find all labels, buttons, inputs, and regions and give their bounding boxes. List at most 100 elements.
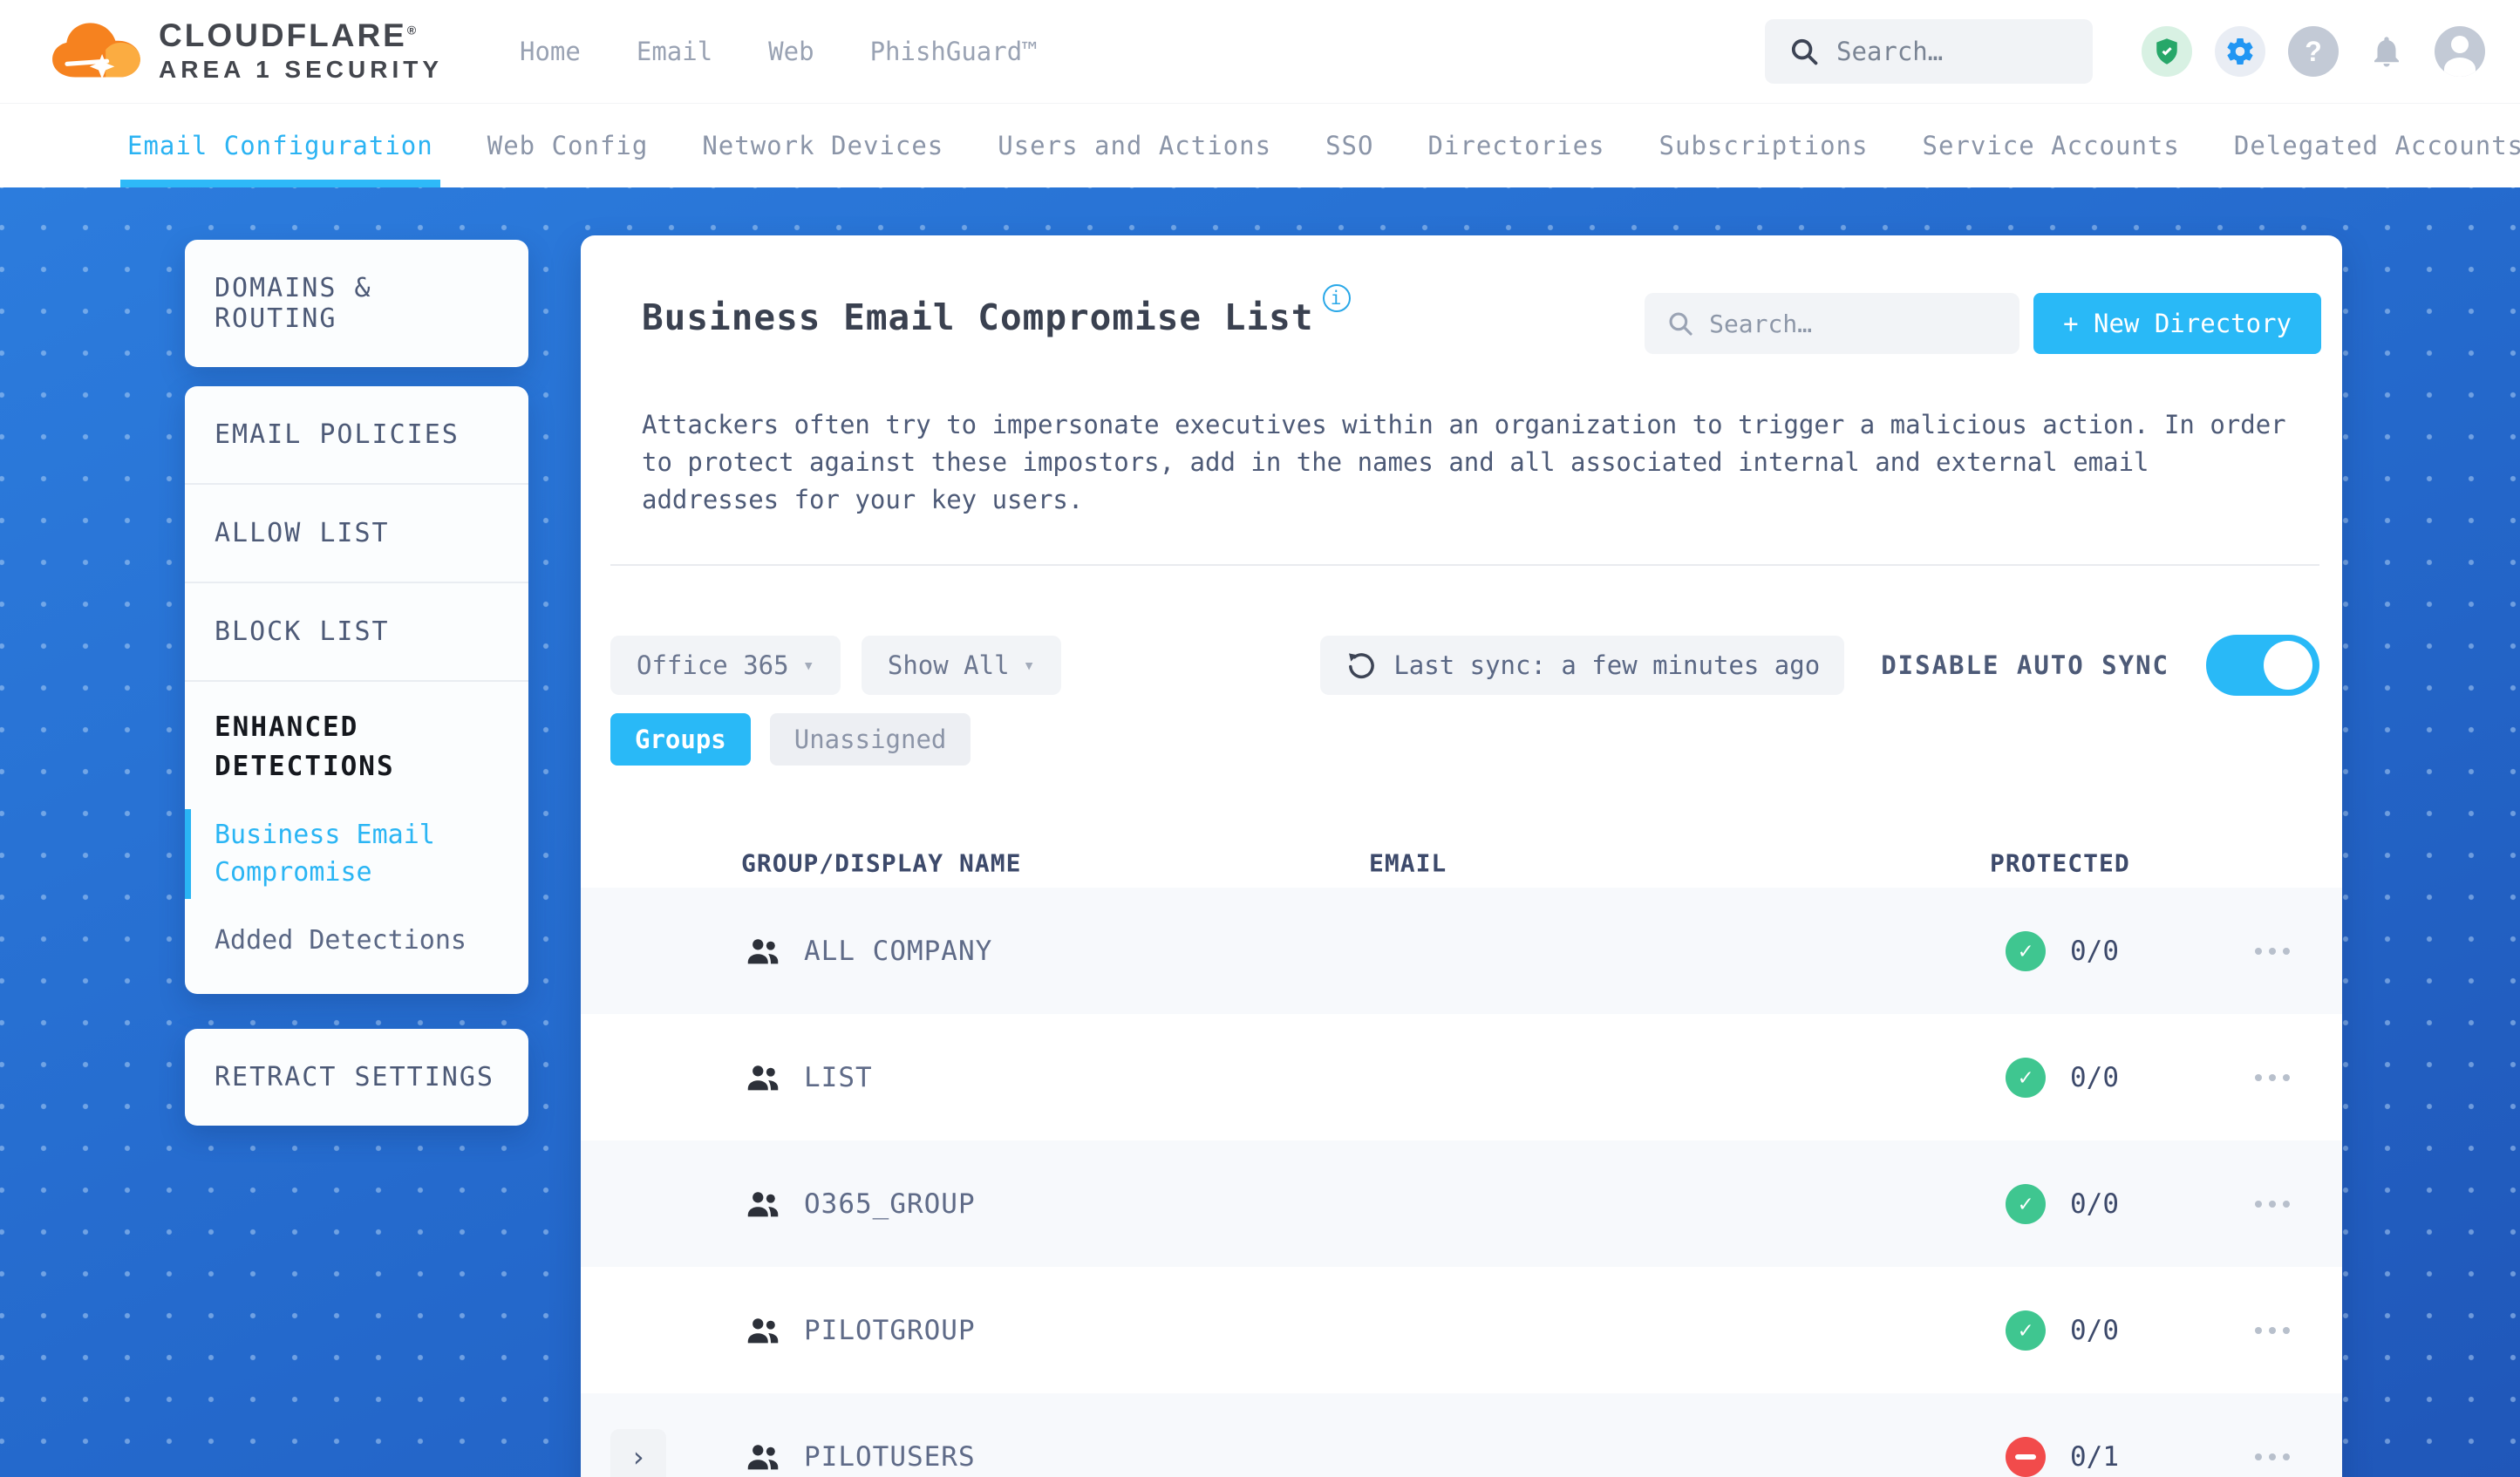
help-button[interactable]: ? [2288,26,2339,77]
sidebar-card-policies: EMAIL POLICIES ALLOW LIST BLOCK LIST ENH… [185,386,528,995]
protected-count: 0/0 [2070,1061,2119,1093]
table-row[interactable]: LIST ✓ 0/0 [581,1014,2342,1140]
settings-button[interactable] [2215,26,2265,77]
new-directory-button[interactable]: + New Directory [2033,293,2321,354]
column-group-display-name: GROUP/DISPLAY NAME [741,848,1022,878]
chevron-down-icon: ▾ [1023,654,1035,677]
tab-directories[interactable]: Directories [1427,104,1604,187]
nav-web[interactable]: Web [768,37,814,66]
sidebar-item-block-list[interactable]: BLOCK LIST [185,583,528,682]
group-icon [743,1184,783,1224]
sidebar-item-domains-routing[interactable]: DOMAINS & ROUTING [185,240,528,367]
primary-nav: Home Email Web PhishGuard™ [520,37,1038,66]
content-area: DOMAINS & ROUTING EMAIL POLICIES ALLOW L… [0,187,2520,1477]
logo-text: CLOUDFLARE® AREA 1 SECURITY [159,17,444,84]
table-row[interactable]: PILOTGROUP ✓ 0/0 [581,1267,2342,1393]
row-actions-menu[interactable] [2255,1453,2290,1460]
directory-select-dropdown[interactable]: Office 365 ▾ [610,636,841,695]
column-email: EMAIL [1369,848,1447,878]
question-mark-icon: ? [2305,35,2322,67]
sidebar-card-retract: RETRACT SETTINGS [185,1029,528,1126]
tab-service-accounts[interactable]: Service Accounts [1923,104,2180,187]
global-search-input[interactable] [1836,37,2070,66]
row-actions-menu[interactable] [2255,947,2290,955]
tab-subscriptions[interactable]: Subscriptions [1659,104,1869,187]
directory-search-input[interactable] [1709,309,1999,338]
last-sync-button[interactable]: Last sync: a few minutes ago [1320,636,1845,695]
page-title: Business Email Compromise List i [642,284,1351,338]
table-row[interactable]: ALL COMPANY ✓ 0/0 [581,888,2342,1014]
account-button[interactable] [2435,26,2485,77]
table-body: ALL COMPANY ✓ 0/0 LIST ✓ 0/0 O365_GROUP … [581,888,2342,1477]
group-icon [743,1310,783,1351]
info-icon[interactable]: i [1322,284,1351,312]
directory-search[interactable] [1645,293,2020,354]
tab-web-config[interactable]: Web Config [487,104,649,187]
active-indicator-bar [185,808,191,899]
sidebar-item-email-policies[interactable]: EMAIL POLICIES [185,386,528,485]
filter-row: Office 365 ▾ Show All ▾ Last sync: a few… [610,635,2319,696]
protected-count: 0/0 [2070,935,2119,967]
tab-email-configuration[interactable]: Email Configuration [120,104,440,187]
row-actions-menu[interactable] [2255,1200,2290,1208]
divider [610,564,2319,566]
nav-phishguard[interactable]: PhishGuard™ [870,37,1038,66]
auto-sync-label: DISABLE AUTO SYNC [1881,650,2169,680]
brand-name: CLOUDFLARE [159,17,407,53]
group-name: LIST [804,1061,873,1093]
protected-status-icon: ✓ [2006,1183,2046,1224]
chevron-down-icon: ▾ [802,654,814,677]
nav-home[interactable]: Home [520,37,581,66]
page: CLOUDFLARE® AREA 1 SECURITY Home Email W… [0,0,2520,1477]
show-filter-dropdown[interactable]: Show All ▾ [861,636,1061,695]
brand-subtitle: AREA 1 SECURITY [159,56,444,84]
sidebar-item-retract-settings[interactable]: RETRACT SETTINGS [185,1029,528,1126]
protected-status-icon: ✓ [2006,930,2046,971]
expand-row-button[interactable]: › [610,1428,666,1477]
shield-check-icon [2156,38,2177,65]
sidebar-section-enhanced-detections: ENHANCED DETECTIONS Business Email Compr… [185,682,528,959]
bell-icon [2374,37,2399,67]
row-actions-menu[interactable] [2255,1326,2290,1334]
sidebar-item-enhanced-detections[interactable]: ENHANCED DETECTIONS [215,708,499,786]
last-sync-text: Last sync: a few minutes ago [1393,650,1821,680]
tab-network-devices[interactable]: Network Devices [702,104,943,187]
notifications-button[interactable] [2361,26,2412,77]
sidebar-item-added-detections[interactable]: Added Detections [215,922,499,960]
nav-email[interactable]: Email [637,37,712,66]
tab-unassigned[interactable]: Unassigned [769,713,971,766]
sidebar-item-allow-list[interactable]: ALLOW LIST [185,485,528,583]
toggle-knob [2264,641,2312,690]
protected-status-icon: ✓ [2006,1310,2046,1351]
tab-sso[interactable]: SSO [1325,104,1373,187]
sidebar-item-business-email-compromise[interactable]: Business Email Compromise [185,808,499,899]
tab-users-and-actions[interactable]: Users and Actions [998,104,1271,187]
description-text: Attackers often try to impersonate execu… [642,410,2286,514]
table-row[interactable]: O365_GROUP ✓ 0/0 [581,1140,2342,1267]
topbar-actions: ? [1765,19,2485,84]
user-icon [2451,36,2469,53]
group-icon [743,1058,783,1098]
tab-groups[interactable]: Groups [610,713,751,766]
panel-tools: + New Directory [1645,293,2321,354]
cloudflare-logo[interactable]: CLOUDFLARE® AREA 1 SECURITY [49,17,444,85]
group-name: ALL COMPANY [804,935,993,967]
global-search[interactable] [1765,19,2093,84]
group-name: PILOTGROUP [804,1314,976,1346]
not-protected-status-icon [2006,1436,2046,1477]
table-row[interactable]: › PILOTUSERS 0/1 [581,1393,2342,1477]
sidebar-card-domains: DOMAINS & ROUTING [185,240,528,367]
group-icon [743,1437,783,1477]
protected-status-icon: ✓ [2006,1057,2046,1098]
top-bar: CLOUDFLARE® AREA 1 SECURITY Home Email W… [0,0,2520,103]
group-icon [743,931,783,971]
row-actions-menu[interactable] [2255,1073,2290,1081]
search-icon [1791,38,1818,65]
group-name: O365_GROUP [804,1188,976,1220]
security-status-button[interactable] [2142,26,2192,77]
auto-sync-toggle[interactable] [2206,635,2319,696]
tab-delegated-accounts[interactable]: Delegated Accounts [2234,104,2520,187]
column-protected: PROTECTED [1990,848,2130,878]
bec-panel: Business Email Compromise Listi + New Di… [581,235,2342,1477]
protected-count: 0/0 [2070,1188,2119,1220]
